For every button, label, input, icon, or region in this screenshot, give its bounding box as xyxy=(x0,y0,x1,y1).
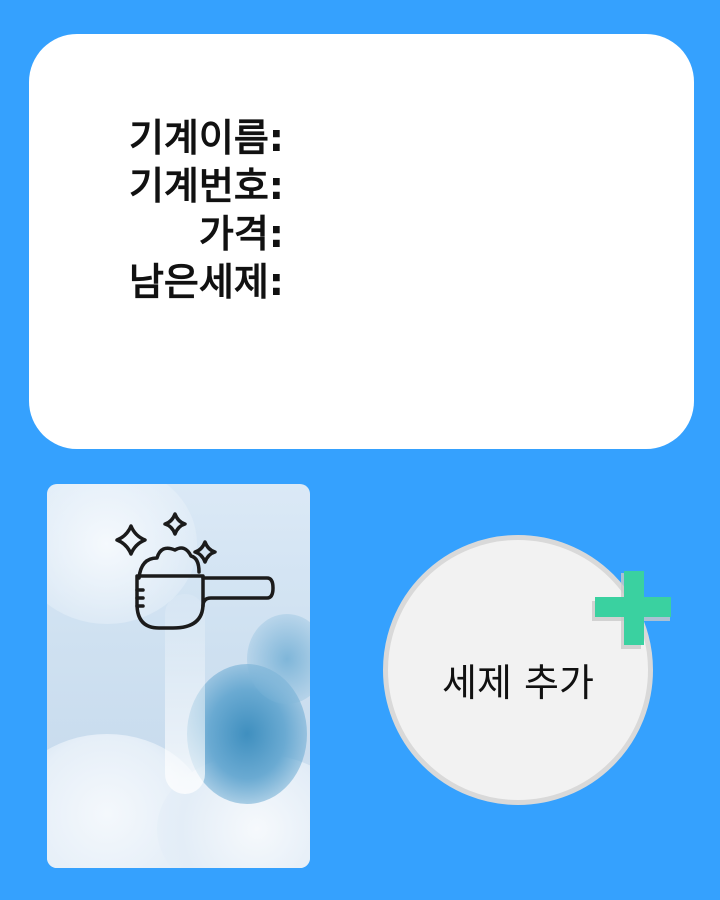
add-detergent-label: 세제 추가 xyxy=(442,661,594,705)
remaining-detergent-label: 남은세제: xyxy=(128,260,284,304)
machine-name-label: 기계이름: xyxy=(128,116,284,160)
detergent-photo xyxy=(47,484,310,868)
plus-icon[interactable] xyxy=(591,571,671,651)
detergent-scoop-icon xyxy=(115,512,275,630)
machine-number-label: 기계번호: xyxy=(128,164,284,208)
machine-info-list: 기계이름: 기계번호: 가격: 남은세제: xyxy=(78,114,284,306)
price-label: 가격: xyxy=(198,212,284,256)
